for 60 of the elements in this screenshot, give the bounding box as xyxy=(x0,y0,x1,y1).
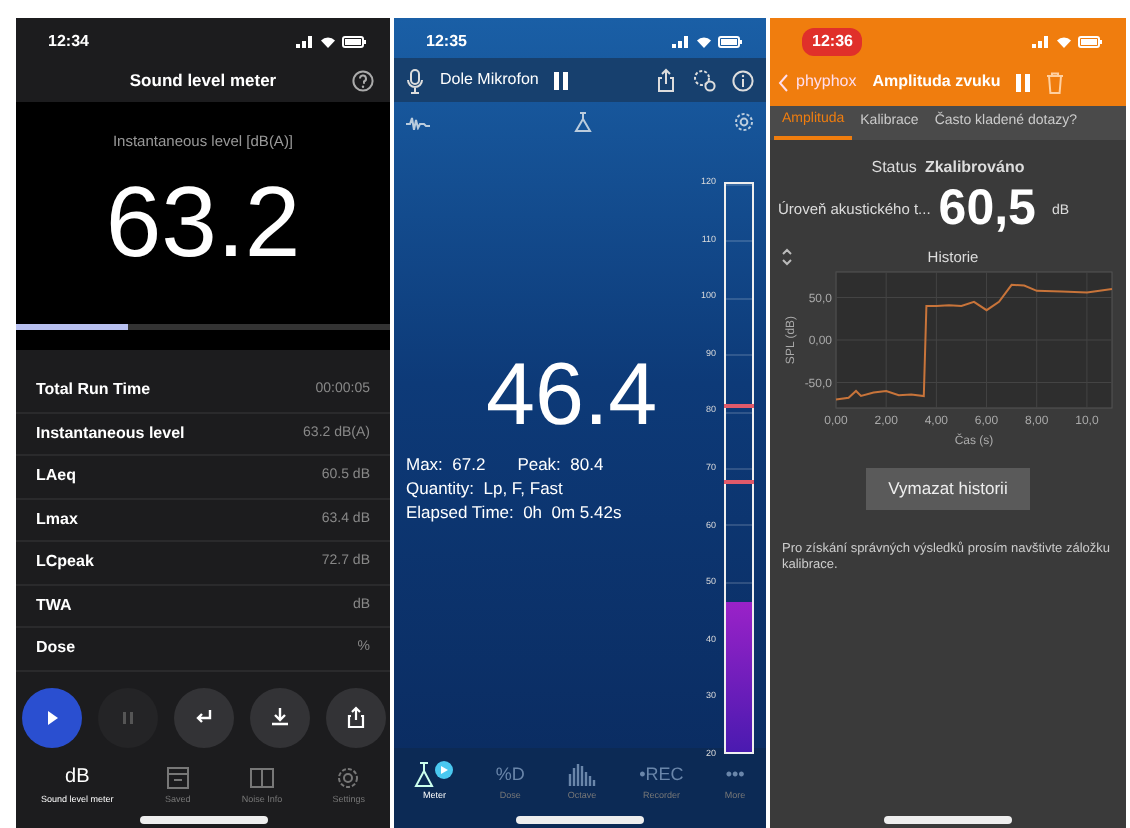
waveform-icon[interactable] xyxy=(406,115,430,129)
settings-icon[interactable] xyxy=(734,112,754,132)
archive-icon xyxy=(163,764,192,793)
status-time: 12:34 xyxy=(48,30,89,54)
icon-text: %D xyxy=(495,762,525,789)
row-label: TWA xyxy=(36,593,72,618)
icon-text: dB xyxy=(65,764,90,793)
flask-icon[interactable] xyxy=(573,112,591,132)
settings-icon[interactable] xyxy=(692,68,716,92)
signal-icon xyxy=(1032,36,1050,48)
row-label: LCpeak xyxy=(36,550,94,575)
clear-history-button[interactable]: Vymazat historii xyxy=(866,467,1030,509)
signal-icon xyxy=(296,36,314,48)
decibel-reading: 46.4 xyxy=(486,352,658,440)
row-label: Total Run Time xyxy=(36,378,151,403)
flask-play-icon xyxy=(414,760,455,789)
amplitude-reading: 60,5 xyxy=(938,183,1036,233)
expand-icon[interactable] xyxy=(782,247,792,266)
row-label: Dose xyxy=(36,636,76,661)
share-icon[interactable] xyxy=(656,68,676,92)
battery-icon xyxy=(718,36,742,48)
bar-graph-icon xyxy=(566,760,599,789)
microphone-source[interactable]: Dole Mikrofon xyxy=(440,68,539,92)
status-time: 12:35 xyxy=(426,30,467,54)
stat-text: Peak: 80.4 xyxy=(517,452,604,476)
battery-icon xyxy=(342,36,366,48)
help-icon[interactable] xyxy=(352,69,374,91)
pause-icon[interactable] xyxy=(554,71,569,89)
home-indicator xyxy=(139,816,267,824)
icon-text: •REC xyxy=(639,762,684,789)
status-label: Status xyxy=(871,155,917,179)
stat-text: Max: 67.2 xyxy=(406,452,486,476)
play-button[interactable] xyxy=(21,687,81,747)
back-chevron-icon xyxy=(778,73,788,91)
back-link[interactable]: phyphox xyxy=(778,70,857,94)
sound-level-reading: 63.2 xyxy=(105,172,301,273)
screen-title: Amplituda zvuku xyxy=(872,70,1001,94)
book-icon xyxy=(248,764,277,793)
info-icon[interactable] xyxy=(732,69,754,91)
microphone-icon xyxy=(406,67,424,93)
home-indicator xyxy=(884,816,1012,824)
home-indicator xyxy=(516,816,644,824)
row-label: Instantaneous level xyxy=(36,421,185,446)
settings-icon xyxy=(334,764,363,793)
share-button[interactable] xyxy=(325,687,385,747)
status-time: 12:36 xyxy=(802,28,863,56)
stat-text: Elapsed Time: 0h 0m 5.42s xyxy=(406,500,622,524)
wifi-icon xyxy=(696,36,712,48)
wifi-icon xyxy=(320,36,336,48)
battery-icon xyxy=(1078,36,1102,48)
row-label: LAeq xyxy=(36,464,76,489)
row-label: Lmax xyxy=(36,507,78,532)
icon-text: ••• xyxy=(725,762,745,789)
return-button[interactable] xyxy=(173,687,233,747)
wifi-icon xyxy=(1056,36,1072,48)
download-button[interactable] xyxy=(249,687,309,747)
screen-title: Sound level meter xyxy=(129,67,277,93)
status-value: Zkalibrováno xyxy=(924,155,1025,179)
stat-text: Quantity: Lp, F, Fast xyxy=(406,476,563,500)
signal-icon xyxy=(672,36,690,48)
